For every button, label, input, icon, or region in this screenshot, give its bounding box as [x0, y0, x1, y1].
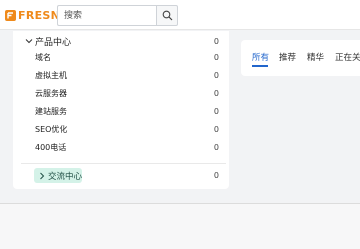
tab-featured[interactable]: 精华	[307, 51, 324, 63]
sidebar-item-site-building[interactable]: 建站服务 0	[13, 104, 229, 118]
tab-all[interactable]: 所有	[252, 51, 269, 63]
sidebar-item-domain[interactable]: 域名 0	[13, 50, 229, 64]
search-bar	[57, 5, 178, 26]
active-tab-indicator	[252, 65, 268, 67]
top-navbar: FRESNS	[0, 0, 360, 30]
sidebar-item-count: 0	[213, 88, 219, 98]
search-icon	[162, 10, 172, 21]
sidebar-item-label: 400电话	[35, 142, 67, 152]
sidebar-item-count: 0	[213, 142, 219, 152]
sidebar-item-count: 0	[213, 124, 219, 134]
sidebar-group-label: 交流中心	[48, 171, 83, 182]
sidebar-item-seo[interactable]: SEO优化 0	[13, 122, 229, 136]
chevron-down-icon	[25, 39, 33, 44]
brand-logo-icon	[5, 9, 16, 21]
sidebar-panel: 产品中心 0 域名 0 虚拟主机 0 云服务器 0 建站服务 0 SEO优化 0…	[13, 31, 229, 189]
sidebar-item-count: 0	[213, 70, 219, 80]
sidebar-item-label: 虚拟主机	[35, 70, 67, 80]
sidebar-group-community[interactable]: 交流中心	[34, 168, 82, 183]
sidebar-item-label: 域名	[35, 52, 51, 62]
sidebar-divider	[21, 163, 226, 164]
sidebar-item-count: 0	[213, 52, 219, 62]
sidebar-item-label: 建站服务	[35, 106, 67, 116]
feed-tabs: 所有 推荐 精华 正在关注	[241, 40, 360, 76]
search-input[interactable]	[57, 5, 156, 26]
sidebar-group-count: 0	[213, 171, 219, 180]
sidebar-item-label: SEO优化	[35, 124, 68, 134]
sidebar-item-virtual-host[interactable]: 虚拟主机 0	[13, 68, 229, 82]
search-button[interactable]	[156, 5, 178, 26]
sidebar-group-label: 产品中心	[35, 37, 72, 48]
sidebar-group-count: 0	[213, 36, 219, 46]
tab-recommended[interactable]: 推荐	[279, 51, 296, 63]
sidebar-item-label: 云服务器	[35, 88, 67, 98]
tab-following[interactable]: 正在关注	[335, 51, 360, 63]
feed-tabs-card: 所有 推荐 精华 正在关注	[241, 40, 360, 76]
sidebar-item-cloud-server[interactable]: 云服务器 0	[13, 86, 229, 100]
sidebar-item-count: 0	[213, 106, 219, 116]
chevron-right-icon	[40, 172, 45, 179]
sidebar-item-400-phone[interactable]: 400电话 0	[13, 140, 229, 154]
sidebar-group-products[interactable]: 产品中心 0	[13, 34, 229, 48]
footer	[0, 204, 360, 249]
